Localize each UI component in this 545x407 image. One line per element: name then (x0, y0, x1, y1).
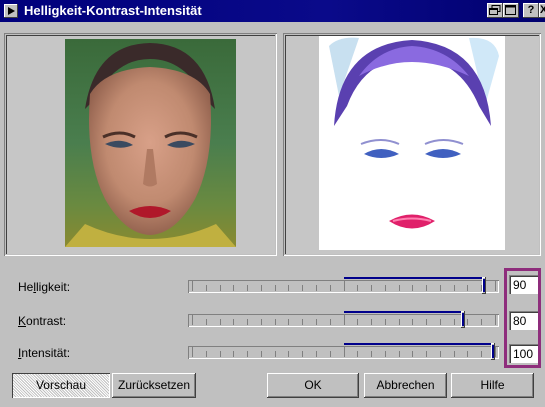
slider-tick (205, 351, 207, 357)
system-menu-icon[interactable] (4, 4, 18, 18)
slider-tick (247, 285, 249, 291)
slider-fill (344, 343, 491, 345)
slider-tick (247, 351, 249, 357)
original-photo (65, 39, 236, 247)
slider-tick (302, 351, 304, 357)
window-title: Helligkeit-Kontrast-Intensität (24, 3, 202, 18)
slider-tick (495, 315, 496, 325)
brightness-slider[interactable] (188, 277, 499, 294)
slider-tick (398, 351, 400, 357)
slider-tick (233, 351, 235, 357)
slider-tick (467, 351, 469, 357)
restore-icon[interactable] (487, 3, 503, 18)
slider-tick (371, 351, 373, 357)
brightness-label: Helligkeit: (18, 280, 71, 294)
slider-tick (439, 285, 441, 291)
slider-tick (315, 319, 317, 325)
slider-fill (344, 311, 461, 313)
slider-tick (219, 351, 221, 357)
slider-tick (329, 319, 331, 325)
slider-tick (439, 351, 441, 357)
title-bar[interactable]: Helligkeit-Kontrast-Intensität ? X (0, 0, 545, 22)
slider-tick (288, 351, 290, 357)
slider-tick (247, 319, 249, 325)
slider-tick (192, 347, 193, 357)
slider-tick (233, 285, 235, 291)
slider-tick (302, 285, 304, 291)
result-preview-frame (283, 33, 541, 256)
slider-fill (344, 277, 482, 279)
slider-tick (495, 347, 496, 357)
slider-thumb[interactable] (461, 311, 465, 328)
slider-tick (384, 351, 386, 357)
slider-tick (495, 281, 496, 291)
slider-tick (192, 315, 193, 325)
help-dialog-button[interactable]: Hilfe (451, 373, 534, 398)
original-preview-frame (4, 33, 277, 256)
slider-tick (453, 319, 455, 325)
slider-tick (384, 285, 386, 291)
result-photo (319, 36, 505, 250)
slider-tick (398, 285, 400, 291)
slider-tick (329, 285, 331, 291)
slider-thumb[interactable] (482, 277, 486, 294)
close-button[interactable]: X (539, 3, 545, 18)
slider-tick (384, 319, 386, 325)
slider-tick (233, 319, 235, 325)
slider-tick (274, 319, 276, 325)
slider-tick (343, 347, 345, 357)
slider-tick (260, 351, 262, 357)
preview-button[interactable]: Vorschau (12, 373, 110, 398)
slider-tick (439, 319, 441, 325)
slider-tick (260, 319, 262, 325)
intensity-label: Intensität: (18, 346, 71, 360)
slider-tick (219, 285, 221, 291)
slider-tick (481, 351, 483, 357)
help-button[interactable]: ? (523, 3, 539, 18)
slider-tick (467, 319, 469, 325)
slider-tick (274, 351, 276, 357)
slider-tick (260, 285, 262, 291)
slider-tick (315, 351, 317, 357)
slider-tick (412, 319, 414, 325)
slider-tick (398, 319, 400, 325)
slider-tick (205, 319, 207, 325)
slider-tick (357, 319, 359, 325)
slider-tick (192, 281, 193, 291)
slider-tick (371, 285, 373, 291)
slider-tick (453, 351, 455, 357)
slider-tick (412, 351, 414, 357)
reset-button[interactable]: Zurücksetzen (112, 373, 196, 398)
maximize-icon[interactable] (503, 3, 519, 18)
slider-tick (357, 285, 359, 291)
slider-tick (343, 281, 345, 291)
slider-thumb[interactable] (491, 343, 495, 360)
slider-tick (481, 319, 483, 325)
slider-tick (274, 285, 276, 291)
slider-tick (357, 351, 359, 357)
slider-tick (288, 285, 290, 291)
slider-tick (302, 319, 304, 325)
slider-tick (315, 285, 317, 291)
slider-tick (371, 319, 373, 325)
slider-tick (426, 351, 428, 357)
slider-tick (426, 319, 428, 325)
slider-tick (426, 285, 428, 291)
value-highlight-frame (504, 268, 541, 368)
contrast-slider[interactable] (188, 311, 499, 328)
slider-tick (453, 285, 455, 291)
cancel-button[interactable]: Abbrechen (364, 373, 447, 398)
slider-tick (412, 285, 414, 291)
slider-tick (329, 351, 331, 357)
slider-tick (467, 285, 469, 291)
slider-tick (219, 319, 221, 325)
slider-tick (288, 319, 290, 325)
slider-tick (343, 315, 345, 325)
slider-tick (205, 285, 207, 291)
intensity-slider[interactable] (188, 343, 499, 360)
ok-button[interactable]: OK (267, 373, 359, 398)
contrast-label: Kontrast: (18, 314, 67, 328)
